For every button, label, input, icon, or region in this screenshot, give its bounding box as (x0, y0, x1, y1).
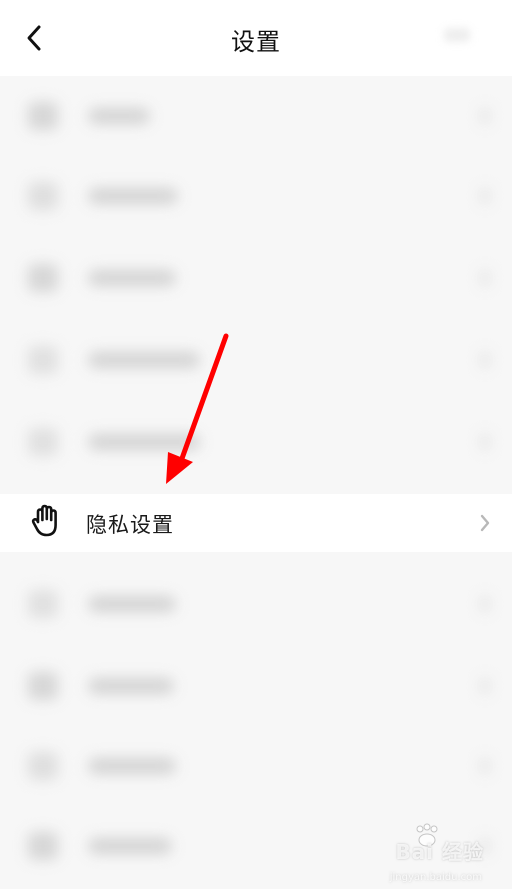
blurred-list-item[interactable] (0, 330, 512, 390)
header-bar: 设置 (0, 0, 512, 76)
watermark-subtext: jingyan.baidu.com (389, 872, 482, 883)
chevron-right-icon (480, 514, 490, 532)
privacy-settings-item[interactable]: 隐私设置 (0, 494, 512, 552)
blurred-list-item[interactable] (0, 412, 512, 472)
blurred-list-item[interactable] (0, 166, 512, 226)
blurred-list-item[interactable] (0, 574, 512, 634)
page-title: 设置 (231, 28, 281, 56)
privacy-settings-label: 隐私设置 (86, 513, 174, 537)
watermark-text: Bai 经验 (395, 840, 484, 864)
settings-screen: 设置 隐私设置 Bai 经验 jingyan.baidu.com (0, 0, 512, 889)
blurred-list-item[interactable] (0, 656, 512, 716)
blurred-list-item[interactable] (0, 86, 512, 146)
blurred-header-action (444, 28, 470, 42)
hand-icon (31, 504, 57, 537)
blurred-list-item[interactable] (0, 248, 512, 308)
blurred-list-item[interactable] (0, 736, 512, 796)
